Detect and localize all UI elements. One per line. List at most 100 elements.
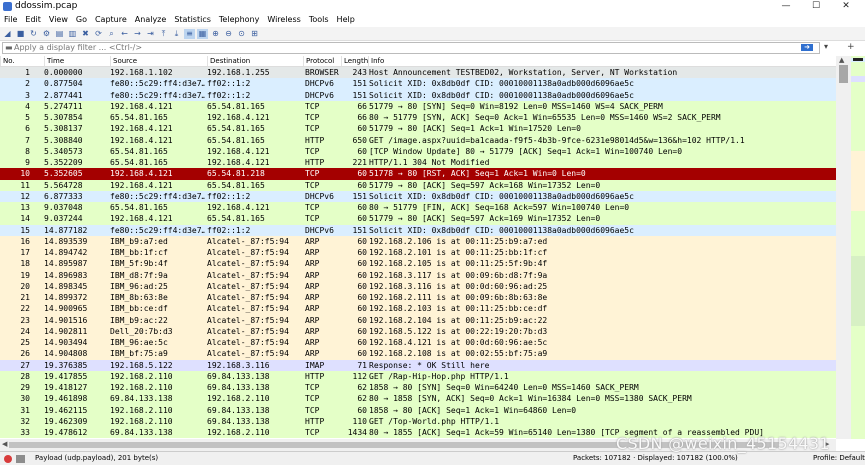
menu-telephony[interactable]: Telephony xyxy=(215,13,263,27)
go-forward-icon[interactable]: → xyxy=(132,29,143,39)
table-row[interactable]: 2 0.877504 fe80::5c29:ff4:d3e7… ff02::1:2 DH… xyxy=(0,78,836,90)
table-row[interactable]: 4 5.274711 192.168.4.121 65.54.81.165 TCP 66 5… xyxy=(0,100,836,112)
table-row[interactable]: 32 19.462309 192.168.2.110 69.84.133.138 HTT… xyxy=(0,415,836,427)
table-row[interactable]: 30 19.461898 69.84.133.138 192.168.2.110 TCP… xyxy=(0,393,836,405)
column-info[interactable]: Info xyxy=(368,56,836,66)
menu-help[interactable]: Help xyxy=(333,13,359,27)
row-protocol: ARP xyxy=(305,236,320,246)
reload-file-icon[interactable]: ⟳ xyxy=(93,29,104,39)
column-source[interactable]: Source xyxy=(110,56,207,66)
open-file-icon[interactable]: ▤ xyxy=(54,29,65,39)
table-row[interactable]: 5 5.307854 65.54.81.165 192.168.4.121 TCP 66 8… xyxy=(0,112,836,124)
row-no: 31 xyxy=(20,405,30,415)
menu-capture[interactable]: Capture xyxy=(91,13,131,27)
column-protocol[interactable]: Protocol xyxy=(303,56,341,66)
table-row[interactable]: 22 14.900965 IBM_bb:ce:df Alcatel-_87:f5:94… xyxy=(0,303,836,315)
menu-file[interactable]: File xyxy=(0,13,21,27)
close-file-icon[interactable]: ✖ xyxy=(80,29,91,39)
go-back-icon[interactable]: ← xyxy=(119,29,130,39)
row-protocol: TCP xyxy=(305,214,320,224)
table-row[interactable]: 6 5.308137 192.168.4.121 65.54.81.165 TCP 60 5… xyxy=(0,123,836,135)
csdn-watermark: CSDN @weixin_45154431 xyxy=(616,434,830,453)
row-info: Solicit XID: 0x8db0df CID: 00010001138a0… xyxy=(369,90,634,100)
table-row[interactable]: 23 14.901516 IBM_b9:ac:22 Alcatel-_87:f5:94… xyxy=(0,314,836,326)
table-row[interactable]: 8 5.340573 65.54.81.165 192.168.4.121 TCP 60[… xyxy=(0,145,836,157)
profile-label[interactable]: Profile: Default xyxy=(813,452,865,465)
scroll-thumb[interactable] xyxy=(839,65,848,83)
column-no[interactable]: No. xyxy=(0,56,44,66)
menu-edit[interactable]: Edit xyxy=(21,13,45,27)
add-filter-button[interactable]: + xyxy=(847,41,855,53)
menu-view[interactable]: View xyxy=(45,13,72,27)
scroll-up-icon[interactable]: ▲ xyxy=(839,56,844,64)
find-packet-icon[interactable]: ⌕ xyxy=(106,29,117,39)
table-row[interactable]: 26 14.904808 IBM_bf:75:a9 Alcatel-_87:f5:94… xyxy=(0,348,836,360)
menu-go[interactable]: Go xyxy=(72,13,91,27)
row-time: 19.376385 xyxy=(44,360,88,370)
zoom-out-icon[interactable]: ⊖ xyxy=(223,29,234,39)
menu-statistics[interactable]: Statistics xyxy=(170,13,215,27)
row-no: 10 xyxy=(20,169,30,179)
table-row[interactable]: 19 14.896983 IBM_d8:7f:9a Alcatel-_87:f5:94… xyxy=(0,269,836,281)
table-row[interactable]: 31 19.462115 192.168.2.110 69.84.133.138 TCP… xyxy=(0,404,836,416)
last-packet-icon[interactable]: ⤓ xyxy=(171,29,182,39)
bookmark-icon[interactable]: ▬ xyxy=(5,43,13,53)
table-row[interactable]: 12 6.877333 fe80::5c29:ff4:d3e7… ff02::1:2 D… xyxy=(0,190,836,202)
row-source: 192.168.4.121 xyxy=(110,169,173,179)
zoom-normal-icon[interactable]: ⊙ xyxy=(236,29,247,39)
save-file-icon[interactable]: ▥ xyxy=(67,29,78,39)
first-packet-icon[interactable]: ⤒ xyxy=(158,29,169,39)
close-button[interactable]: ✕ xyxy=(831,0,861,13)
shark-fin-start-icon[interactable]: ◢ xyxy=(2,29,13,39)
table-row[interactable]: 25 14.903494 IBM_96:ae:5c Alcatel-_87:f5:94… xyxy=(0,337,836,349)
table-row[interactable]: 14 9.037244 192.168.4.121 65.54.81.165 TCP 60… xyxy=(0,213,836,225)
capture-options-icon[interactable]: ⚙ xyxy=(41,29,52,39)
table-row[interactable]: 21 14.899372 IBM_8b:63:8e Alcatel-_87:f5:94… xyxy=(0,292,836,304)
arrow-right-icon[interactable]: ➜ xyxy=(801,44,813,51)
table-row[interactable]: 7 5.308840 192.168.4.121 65.54.81.165 HTTP 65… xyxy=(0,134,836,146)
table-row[interactable]: 10 5.352605 192.168.4.121 65.54.81.218 TCP 60… xyxy=(0,168,836,180)
table-row[interactable]: 27 19.376385 192.168.5.122 192.168.3.116 IMA… xyxy=(0,359,836,371)
maximize-button[interactable]: ☐ xyxy=(801,0,831,13)
table-row[interactable]: 16 14.893539 IBM_b9:a7:ed Alcatel-_87:f5:94… xyxy=(0,235,836,247)
row-source: 192.168.2.110 xyxy=(110,416,173,426)
menu-analyze[interactable]: Analyze xyxy=(131,13,171,27)
menu-wireless[interactable]: Wireless xyxy=(263,13,304,27)
capture-comment-icon[interactable] xyxy=(16,455,25,463)
auto-scroll-icon[interactable]: ≡ xyxy=(184,28,195,39)
resize-columns-icon[interactable]: ⊞ xyxy=(249,29,260,39)
restart-capture-icon[interactable]: ↻ xyxy=(28,29,39,39)
table-row[interactable]: 15 14.877182 fe80::5c29:ff4:d3e7… ff02::1:2… xyxy=(0,224,836,236)
row-protocol: DHCPv6 xyxy=(305,225,334,235)
table-row[interactable]: 17 14.894742 IBM_bb:1f:cf Alcatel-_87:f5:94… xyxy=(0,247,836,259)
table-row[interactable]: 13 9.037048 65.54.81.165 192.168.4.121 TCP 60… xyxy=(0,202,836,214)
table-row[interactable]: 24 14.902811 Dell_20:7b:d3 Alcatel-_87:f5:9… xyxy=(0,325,836,337)
row-no: 8 xyxy=(25,146,30,156)
row-length: 60 xyxy=(357,124,367,134)
minimize-button[interactable]: — xyxy=(771,0,801,13)
column-time[interactable]: Time xyxy=(44,56,110,66)
filter-dropdown-icon[interactable]: ▾ xyxy=(824,41,828,53)
zoom-in-icon[interactable]: ⊕ xyxy=(210,29,221,39)
display-filter-input[interactable]: ▬ Apply a display filter ... <Ctrl-/> ➜ xyxy=(2,42,820,54)
expert-info-icon[interactable] xyxy=(4,455,12,463)
stop-capture-icon[interactable]: ■ xyxy=(15,29,26,39)
table-row[interactable]: 9 5.352209 65.54.81.165 192.168.4.121 HTTP 22… xyxy=(0,157,836,169)
column-length[interactable]: Length xyxy=(341,56,368,66)
packet-minimap[interactable] xyxy=(851,56,865,439)
table-row[interactable]: 29 19.418127 192.168.2.110 69.84.133.138 TCP… xyxy=(0,382,836,394)
scroll-left-icon[interactable]: ◀ xyxy=(2,440,7,448)
colorize-icon[interactable]: ▦ xyxy=(197,28,208,39)
table-row[interactable]: 20 14.898345 IBM_96:ad:25 Alcatel-_87:f5:94… xyxy=(0,280,836,292)
table-row[interactable]: 28 19.417855 192.168.2.110 69.84.133.138 HTT… xyxy=(0,370,836,382)
column-destination[interactable]: Destination xyxy=(207,56,303,66)
menu-tools[interactable]: Tools xyxy=(305,13,333,27)
table-row[interactable]: 18 14.895987 IBM_5f:9b:4f Alcatel-_87:f5:94… xyxy=(0,258,836,270)
row-source: 69.84.133.138 xyxy=(110,394,173,404)
row-protocol: TCP xyxy=(305,101,320,111)
table-row[interactable]: 1 0.000000 192.168.1.102 192.168.1.255 BROWS… xyxy=(0,67,836,80)
table-row[interactable]: 3 2.877441 fe80::5c29:ff4:d3e7… ff02::1:2 DH… xyxy=(0,89,836,101)
go-to-packet-icon[interactable]: ⇥ xyxy=(145,29,156,39)
table-row[interactable]: 11 5.564728 192.168.4.121 65.54.81.165 TCP 60… xyxy=(0,179,836,191)
vertical-scrollbar[interactable]: ▲ xyxy=(836,56,851,439)
